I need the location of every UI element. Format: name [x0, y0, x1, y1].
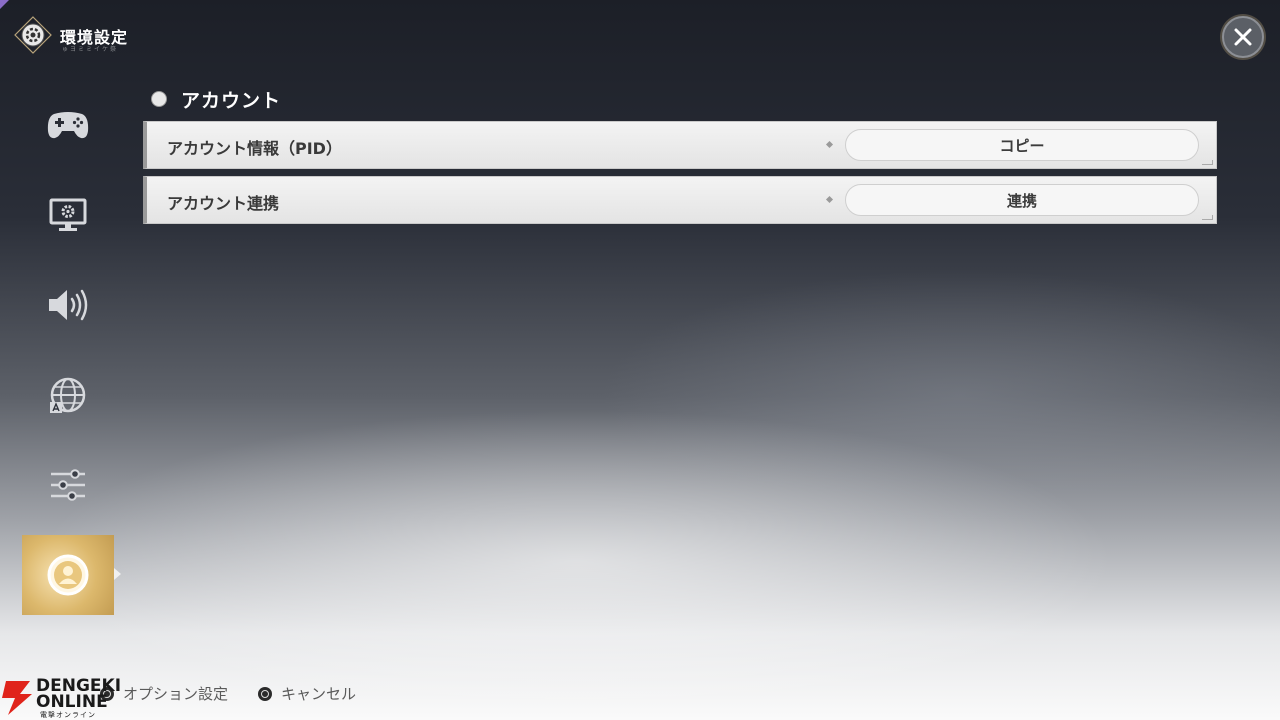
- footer-hint-cancel[interactable]: キャンセル: [258, 683, 356, 704]
- sliders-icon: [51, 469, 85, 501]
- sidebar-item-audio[interactable]: [22, 265, 114, 345]
- diamond-icon: [825, 195, 834, 204]
- sidebar-item-language[interactable]: [22, 355, 114, 435]
- link-button[interactable]: 連携: [845, 184, 1199, 216]
- sidebar-item-controller[interactable]: [22, 85, 114, 165]
- section-title: アカウント: [181, 90, 282, 112]
- sidebar-item-display[interactable]: [22, 175, 114, 255]
- row-label: アカウント情報（PID）: [167, 139, 342, 158]
- lightning-logo-icon: [2, 681, 32, 715]
- close-icon: [1234, 28, 1252, 46]
- globe-language-icon: [50, 377, 86, 413]
- watermark-line2: ONLINE: [36, 692, 108, 712]
- footer-hint-label: オプション設定: [123, 685, 229, 703]
- setting-row-account-link: アカウント連携 連携: [143, 176, 1217, 224]
- account-icon: [47, 554, 89, 596]
- diamond-icon: [825, 140, 834, 149]
- corner-decoration: [1202, 215, 1213, 220]
- watermark-line3: 電撃オンライン: [40, 711, 96, 719]
- setting-row-account-info: アカウント情報（PID） コピー: [143, 121, 1217, 169]
- footer-hint-label: キャンセル: [281, 685, 357, 703]
- sidebar-item-other[interactable]: [22, 445, 114, 525]
- gamepad-icon: [47, 112, 89, 139]
- row-label: アカウント連携: [167, 194, 280, 213]
- corner-mark-icon: [0, 0, 9, 9]
- page-subtitle: ゅヨミミイケ祭: [62, 46, 119, 53]
- active-pointer: [114, 568, 121, 580]
- copy-button[interactable]: コピー: [845, 129, 1199, 161]
- section-marker-icon: [151, 91, 167, 107]
- sidebar-item-account[interactable]: [22, 535, 114, 615]
- close-button[interactable]: [1222, 16, 1264, 58]
- settings-emblem-icon: [14, 16, 52, 54]
- speaker-icon: [49, 289, 88, 321]
- monitor-settings-icon: [49, 198, 87, 231]
- corner-decoration: [1202, 160, 1213, 165]
- circle-button-icon: [258, 686, 272, 701]
